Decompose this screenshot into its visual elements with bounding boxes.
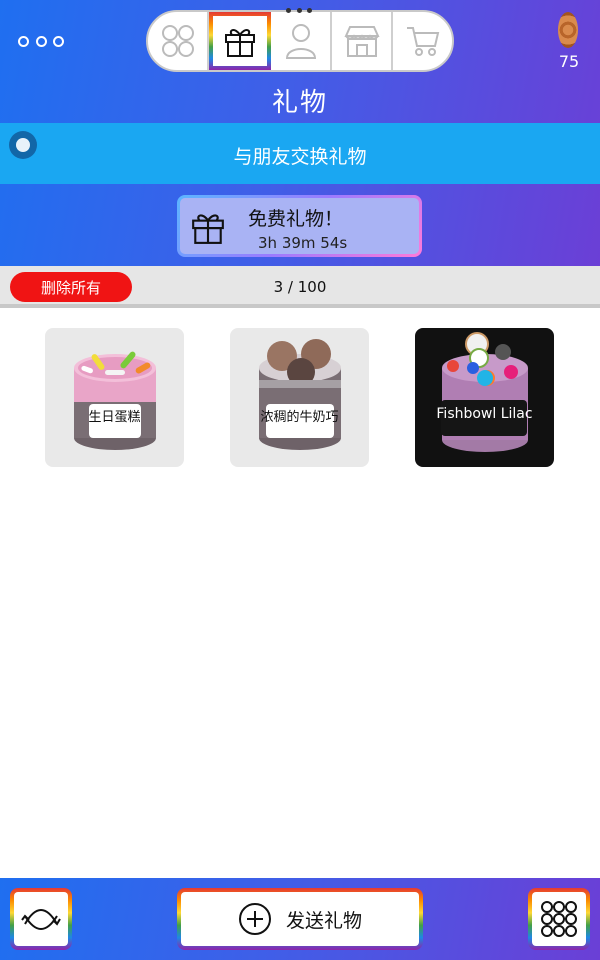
- gift-icon: [225, 29, 255, 57]
- top-nav-bar: [146, 10, 454, 72]
- chocolate-jar-image: [259, 339, 341, 450]
- dot-icon: [18, 35, 29, 47]
- gift-card-birthday-cake[interactable]: 生日蛋糕: [45, 328, 184, 467]
- exchange-label: 与朋友交换礼物: [233, 146, 367, 168]
- gift-card-chocolate[interactable]: 浓稠的牛奶巧: [230, 328, 369, 467]
- tab-gifts[interactable]: [209, 12, 271, 70]
- dot-icon: [35, 35, 47, 47]
- page-title: 礼物: [271, 88, 328, 118]
- coin-icon: [558, 12, 578, 48]
- gift-label: 浓稠的牛奶巧: [260, 410, 339, 425]
- free-gift-title: 免费礼物！: [248, 208, 344, 230]
- send-gift-button[interactable]: 发送礼物: [177, 888, 423, 950]
- free-gift-timer: 3h 39m 54s: [258, 234, 348, 252]
- dot-icon: [53, 35, 64, 47]
- tab-home[interactable]: [148, 12, 209, 70]
- coin-count: 75: [558, 52, 580, 71]
- birthday-cake-jar-image: [74, 351, 156, 450]
- tab-profile[interactable]: [271, 12, 332, 70]
- tab-shop[interactable]: [332, 12, 393, 70]
- grid-menu-button[interactable]: [528, 888, 590, 950]
- ellipsis-icon: [286, 8, 312, 14]
- more-options-button[interactable]: [18, 30, 64, 52]
- exchange-arrows-icon: [21, 909, 61, 930]
- controls-bar: 删除所有 3 / 100: [0, 266, 600, 308]
- gift-label: 生日蛋糕: [88, 410, 141, 425]
- store-icon: [343, 26, 380, 57]
- cart-icon: [406, 27, 439, 56]
- fishbowl-lilac-jar-image: [441, 332, 528, 452]
- gift-count: 3 / 100: [273, 278, 327, 296]
- plus-circle-icon: [238, 903, 271, 935]
- person-icon: [285, 24, 316, 59]
- free-gift-button[interactable]: 免费礼物！ 3h 39m 54s: [177, 195, 422, 257]
- grid-icon: [541, 901, 577, 937]
- delete-all-button[interactable]: 删除所有: [10, 272, 132, 302]
- tab-cart[interactable]: [393, 12, 452, 70]
- gift-card-fishbowl-lilac[interactable]: Fishbowl Lilac: [415, 328, 554, 467]
- send-gift-label: 发送礼物: [285, 909, 362, 932]
- trade-button[interactable]: [10, 888, 72, 950]
- gift-label: Fishbowl Lilac: [436, 406, 533, 422]
- gift-icon: [192, 214, 224, 244]
- four-circles-icon: [161, 25, 194, 57]
